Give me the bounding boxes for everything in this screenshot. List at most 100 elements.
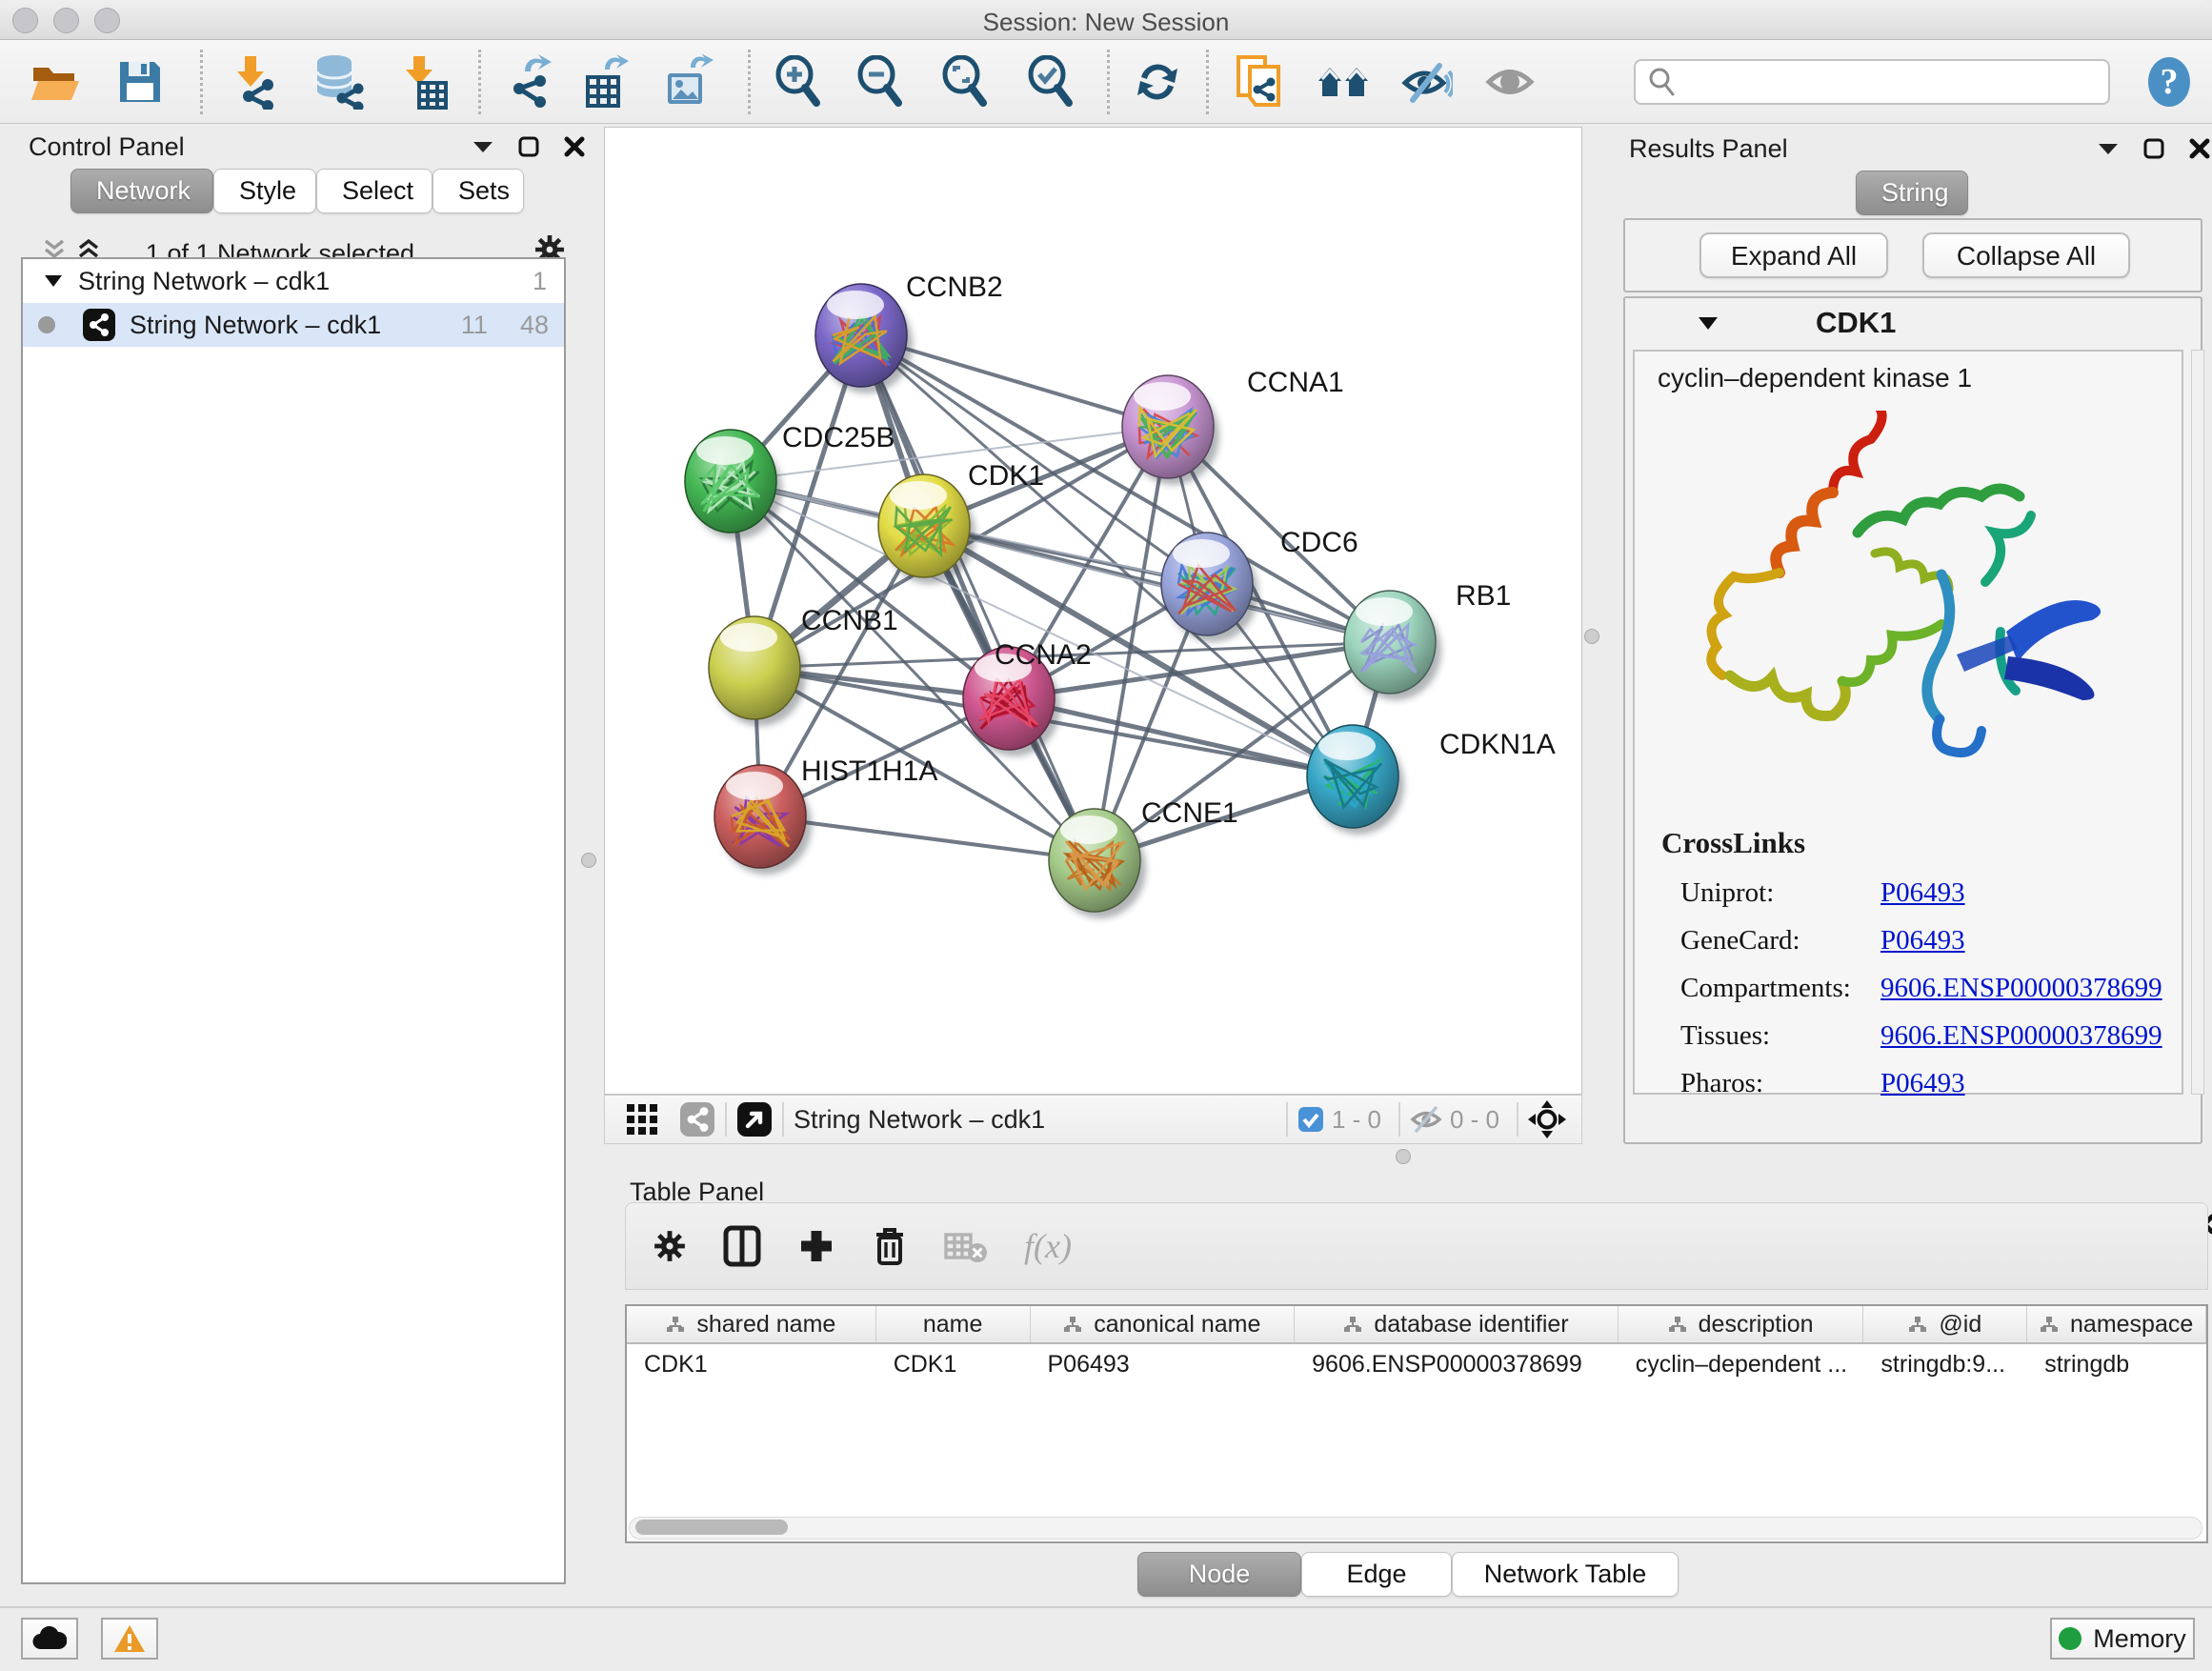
export-image-icon: [662, 54, 715, 110]
import-network-from-database-button[interactable]: [310, 53, 365, 111]
detach-view-button[interactable]: [736, 1101, 773, 1137]
table-cell[interactable]: stringdb: [2027, 1344, 2206, 1386]
new-network-from-selection-button[interactable]: [1233, 53, 1288, 111]
search-icon: [1647, 67, 1676, 97]
tab-sets[interactable]: Sets: [432, 169, 524, 213]
table-cell[interactable]: 9606.ENSP00000378699: [1295, 1344, 1619, 1386]
column-header-shared-name[interactable]: shared name: [627, 1306, 876, 1342]
right-splitter-handle[interactable]: [1584, 629, 1599, 644]
node-RB1: RB1: [1344, 580, 1511, 700]
crosslink-value-link[interactable]: 9606.ENSP00000378699: [1880, 1020, 2162, 1052]
panel-maximize-icon[interactable]: [2143, 138, 2164, 159]
node-CDKN1A: CDKN1A: [1307, 725, 1556, 835]
hide-selected-button[interactable]: [1398, 53, 1454, 111]
zoom-selected-button[interactable]: [1024, 53, 1079, 111]
fit-content-button[interactable]: [1528, 1100, 1566, 1138]
open-session-button[interactable]: [29, 53, 84, 111]
delete-table-button-disabled[interactable]: [944, 1229, 988, 1263]
panel-float-icon[interactable]: [473, 140, 493, 153]
column-header-canonical-name[interactable]: canonical name: [1031, 1306, 1296, 1342]
export-image-button[interactable]: [661, 53, 716, 111]
column-header-namespace[interactable]: namespace: [2027, 1306, 2206, 1342]
memory-button[interactable]: Memory: [2050, 1618, 2195, 1660]
table-cell[interactable]: cyclin–dependent ...: [1619, 1344, 1864, 1386]
tab-string-results[interactable]: String: [1856, 171, 1968, 215]
node-label-CCNA1: CCNA1: [1247, 367, 1344, 398]
control-panel-title: Control Panel: [29, 132, 185, 162]
column-header-database-identifier[interactable]: database identifier: [1295, 1306, 1619, 1342]
network-view-toolbar: String Network – cdk1 1 - 0 0 - 0: [604, 1095, 1582, 1144]
import-network-button[interactable]: [229, 53, 284, 111]
panel-maximize-icon[interactable]: [518, 136, 539, 157]
network-graph[interactable]: CCNB2CCNA1CDC25BCDK1CDC6RB1CCNB1CCNA2CDK…: [605, 128, 1581, 1094]
string-home-button[interactable]: [1317, 53, 1372, 111]
crosslink-value-link[interactable]: P06493: [1880, 1068, 1965, 1099]
crosslink-value-link[interactable]: P06493: [1880, 925, 1965, 956]
column-header-label: database identifier: [1374, 1311, 1568, 1339]
show-columns-button[interactable]: [723, 1225, 761, 1267]
network-row[interactable]: String Network – cdk1 11 48: [23, 303, 564, 347]
warning-status-button[interactable]: [101, 1618, 158, 1660]
table-cell[interactable]: CDK1: [876, 1344, 1031, 1386]
tab-network[interactable]: Network: [70, 169, 213, 213]
table-cell[interactable]: CDK1: [627, 1344, 876, 1386]
string-network-icon: [82, 308, 116, 342]
birdseye-view-button[interactable]: [626, 1103, 658, 1136]
selected-indicator-checkbox[interactable]: [1297, 1106, 1324, 1133]
apply-layout-button[interactable]: [1130, 53, 1185, 111]
zoom-in-button[interactable]: [772, 53, 827, 111]
scrollbar-thumb[interactable]: [635, 1520, 788, 1535]
string-view-toggle-button[interactable]: [679, 1101, 715, 1137]
tab-edge-table[interactable]: Edge Table: [1301, 1552, 1452, 1597]
network-collection-row[interactable]: String Network – cdk1 1: [23, 259, 564, 303]
tab-style[interactable]: Style: [213, 169, 316, 213]
cloud-status-button[interactable]: [21, 1618, 78, 1660]
zoom-fit-button[interactable]: [938, 53, 994, 111]
collection-expand-arrow[interactable]: [44, 274, 63, 288]
table-cell[interactable]: P06493: [1031, 1344, 1296, 1386]
table-options-gear-button[interactable]: [653, 1229, 687, 1263]
open-folder-icon: [30, 58, 83, 106]
results-scrollbar[interactable]: [2191, 350, 2204, 1095]
node-HIST1H1A: HIST1H1A: [714, 755, 937, 875]
tab-node-table[interactable]: Node Table: [1137, 1552, 1301, 1597]
search-field[interactable]: [1634, 59, 2110, 105]
node-label-CCNB1: CCNB1: [801, 605, 898, 636]
search-input[interactable]: [1676, 68, 2085, 97]
node-CDC25B: CDC25B: [685, 422, 895, 539]
horizontal-splitter-handle[interactable]: [1396, 1149, 1411, 1164]
table-cell[interactable]: stringdb:9...: [1863, 1344, 2027, 1386]
column-source-icon: [1343, 1316, 1362, 1333]
table-row[interactable]: CDK1CDK1P064939606.ENSP00000378699cyclin…: [627, 1344, 2206, 1386]
export-table-button[interactable]: [579, 53, 634, 111]
column-header-description[interactable]: description: [1619, 1306, 1864, 1342]
table-horizontal-scrollbar[interactable]: [629, 1517, 2202, 1540]
collapse-all-button[interactable]: Collapse All: [1922, 232, 2130, 278]
column-header-label: canonical name: [1094, 1311, 1260, 1339]
panel-close-icon[interactable]: [564, 136, 585, 157]
export-network-button[interactable]: [503, 53, 558, 111]
left-splitter-handle[interactable]: [581, 853, 596, 868]
create-column-button[interactable]: [797, 1227, 835, 1265]
crosslink-value-link[interactable]: 9606.ENSP00000378699: [1880, 973, 2162, 1004]
delete-column-button[interactable]: [872, 1225, 908, 1267]
function-builder-button[interactable]: f(x): [1024, 1226, 1072, 1266]
hidden-indicator[interactable]: [1410, 1105, 1442, 1134]
network-canvas[interactable]: CCNB2CCNA1CDC25BCDK1CDC6RB1CCNB1CCNA2CDK…: [604, 127, 1582, 1095]
import-table-button[interactable]: [395, 53, 451, 111]
crosslink-value-link[interactable]: P06493: [1880, 877, 1965, 909]
tab-network-table[interactable]: Network Table: [1452, 1552, 1679, 1597]
node-CCNA1: CCNA1: [1122, 367, 1344, 485]
zoom-out-button[interactable]: [854, 53, 909, 111]
expand-all-button[interactable]: Expand All: [1699, 232, 1888, 278]
panel-close-icon[interactable]: [2189, 138, 2210, 159]
panel-float-icon[interactable]: [2098, 142, 2119, 155]
column-header-name[interactable]: name: [876, 1306, 1031, 1342]
save-session-button[interactable]: [112, 53, 168, 111]
help-button[interactable]: ?: [2142, 53, 2197, 111]
gene-entry-header[interactable]: CDK1: [1625, 298, 2201, 348]
column-header--id[interactable]: @id: [1863, 1306, 2027, 1342]
tab-select[interactable]: Select: [316, 169, 432, 213]
entry-collapse-arrow[interactable]: [1698, 316, 1719, 331]
show-all-button[interactable]: [1482, 53, 1538, 111]
